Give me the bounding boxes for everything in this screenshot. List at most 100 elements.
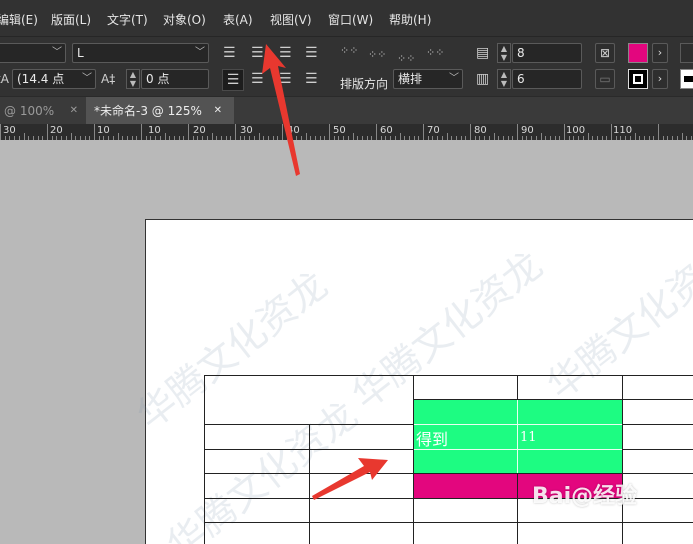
menu-type[interactable]: 文字(T) — [107, 11, 148, 28]
ruler-tick — [4, 136, 6, 140]
justify-all-icon[interactable]: ☰ — [222, 69, 244, 91]
text-direction-label: 排版方向 — [340, 77, 389, 91]
menu-edit[interactable]: 编辑(E) — [0, 11, 38, 28]
ruler-tick — [479, 136, 481, 140]
columns-stepper[interactable]: ▲ ▼ — [497, 69, 511, 89]
ruler-label: 10 — [97, 125, 110, 136]
vertical-align-bottom-icon[interactable]: ⁘⁘ — [397, 49, 415, 69]
ruler-tick — [380, 136, 382, 140]
ruler-tick — [253, 136, 255, 140]
font-family-field[interactable]: ﹀ — [0, 43, 66, 63]
horizontal-ruler[interactable]: 30 20 10 10 20 30 40 50 60 70 80 90 100 … — [0, 124, 693, 140]
ruler-tick — [263, 136, 265, 140]
ruler-tick — [324, 136, 326, 140]
vertical-align-center-icon[interactable]: ⁘⁘ — [368, 45, 386, 65]
cell-text[interactable]: 得到 — [416, 426, 448, 450]
ruler-tick — [658, 124, 659, 140]
ruler-tick — [14, 136, 16, 140]
ruler-tick — [394, 136, 396, 140]
close-icon[interactable]: ✕ — [214, 97, 222, 125]
ruler-label: 20 — [193, 125, 206, 136]
extra-swatch-bottom[interactable] — [680, 69, 693, 89]
fill-swatch[interactable] — [628, 43, 648, 63]
extra-swatch-top[interactable] — [680, 43, 693, 63]
chevron-right-icon[interactable]: › — [652, 69, 668, 89]
ruler-tick — [202, 136, 204, 140]
ruler-label: 20 — [50, 125, 63, 136]
align-towards-spine-icon[interactable]: ☰ — [305, 43, 318, 63]
menu-table[interactable]: 表(A) — [223, 11, 253, 28]
ruler-tick — [662, 136, 664, 140]
leading-field[interactable]: (14.4 点 ﹀ — [12, 69, 96, 89]
ruler-tick — [564, 124, 565, 140]
ruler-tick — [319, 136, 321, 140]
align-center-icon[interactable]: ☰ — [251, 43, 264, 63]
justify-center-icon[interactable]: ☰ — [251, 69, 264, 89]
ruler-tick — [601, 136, 603, 140]
menu-window[interactable]: 窗口(W) — [328, 11, 373, 28]
menu-help[interactable]: 帮助(H) — [389, 11, 431, 28]
ruler-tick — [399, 133, 401, 140]
justify-right-icon[interactable]: ☰ — [279, 69, 292, 89]
ruler-tick — [37, 136, 39, 140]
ruler-label: 70 — [427, 125, 440, 136]
ruler-tick — [681, 133, 683, 140]
ruler-tick — [361, 136, 363, 140]
justify-spine-icon[interactable]: ☰ — [305, 69, 318, 89]
table-line — [413, 399, 693, 400]
tab-document-1[interactable]: @ 100% ✕ — [0, 97, 84, 125]
chevron-down-icon: ﹀ — [449, 73, 459, 84]
rows-icon: ▤ — [476, 45, 490, 61]
text-direction-select[interactable]: 横排 ﹀ — [393, 69, 463, 89]
ruler-tick — [249, 136, 251, 140]
vertical-justify-icon[interactable]: ⁘⁘ — [426, 43, 444, 63]
ruler-tick — [206, 136, 208, 140]
ruler-tick — [648, 136, 650, 140]
ruler-tick — [545, 136, 547, 140]
ruler-tick — [159, 136, 161, 140]
ruler-tick — [559, 136, 561, 140]
unmerge-cells-button[interactable]: ▭ — [595, 69, 615, 89]
rows-field[interactable]: 8 — [512, 43, 582, 63]
cell-text[interactable]: 11 — [520, 430, 537, 445]
tracking-value: 0 点 — [146, 72, 170, 86]
tracking-stepper[interactable]: ▲ ▼ — [126, 69, 140, 89]
rows-stepper[interactable]: ▲ ▼ — [497, 43, 511, 63]
tab-document-2[interactable]: *未命名-3 @ 125% ✕ — [86, 97, 234, 125]
menu-view[interactable]: 视图(V) — [270, 11, 312, 28]
watermark-text: 华腾文化资龙 — [343, 242, 551, 418]
ruler-tick — [94, 124, 95, 140]
ruler-tick — [103, 136, 105, 140]
table-line — [204, 522, 693, 523]
ruler-tick — [404, 136, 406, 140]
leading-value: (14.4 点 — [17, 72, 65, 86]
menu-layout[interactable]: 版面(L) — [51, 11, 91, 28]
ruler-tick — [371, 136, 373, 140]
ruler-label: 40 — [287, 125, 300, 136]
menu-object[interactable]: 对象(O) — [163, 11, 206, 28]
ruler-tick — [690, 136, 692, 140]
columns-field[interactable]: 6 — [512, 69, 582, 89]
ruler-tick — [188, 124, 189, 140]
ruler-tick — [314, 136, 316, 140]
align-left-icon[interactable]: ☰ — [223, 43, 236, 63]
ruler-tick — [244, 136, 246, 140]
align-right-icon[interactable]: ☰ — [279, 43, 292, 63]
vertical-align-top-icon[interactable]: ⁘⁘ — [340, 41, 358, 61]
close-icon[interactable]: ✕ — [70, 97, 78, 125]
ruler-tick — [465, 136, 467, 140]
ruler-label: 110 — [613, 125, 633, 136]
ruler-tick — [606, 136, 608, 140]
ruler-tick — [70, 133, 72, 140]
ruler-tick — [517, 124, 518, 140]
font-style-field[interactable]: L ﹀ — [72, 43, 209, 63]
chevron-right-icon[interactable]: › — [652, 43, 668, 63]
stroke-swatch[interactable] — [628, 69, 648, 89]
ruler-tick — [667, 136, 669, 140]
merge-cells-button[interactable]: ⊠ — [595, 43, 615, 63]
ruler-tick — [220, 136, 222, 140]
ruler-tick — [211, 133, 213, 140]
ruler-tick — [239, 136, 241, 140]
ruler-tick — [484, 136, 486, 140]
tracking-field[interactable]: 0 点 — [141, 69, 209, 89]
